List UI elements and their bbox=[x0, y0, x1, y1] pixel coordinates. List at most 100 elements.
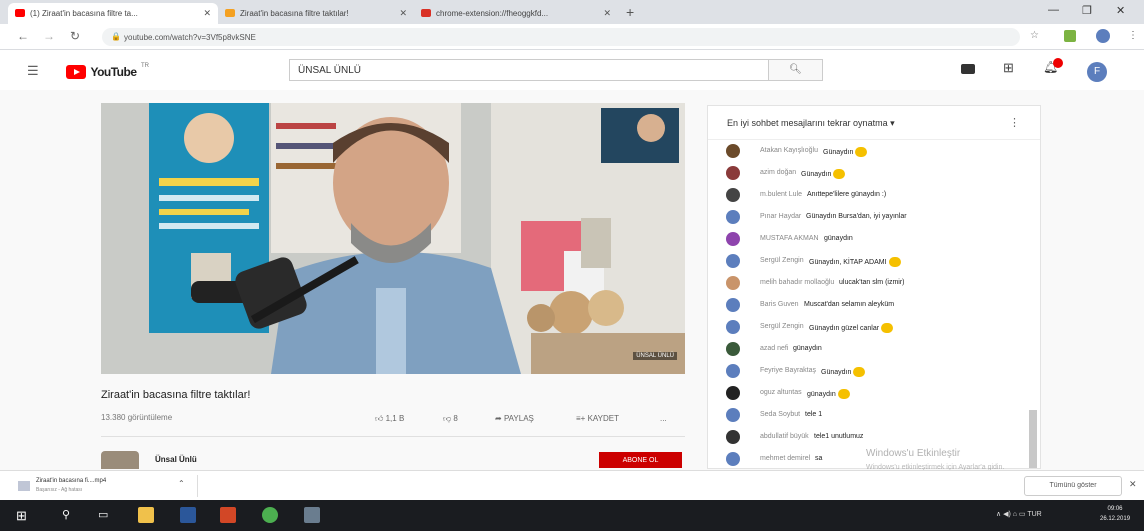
chat-author-name[interactable]: Baris Guven bbox=[760, 301, 799, 308]
youtube-logo[interactable]: YouTube TR bbox=[66, 63, 149, 81]
close-window-icon[interactable]: ✕ bbox=[1116, 4, 1125, 17]
save-button[interactable]: ≡+ KAYDET bbox=[576, 414, 619, 423]
create-video-icon[interactable] bbox=[961, 64, 975, 74]
chat-author-avatar[interactable] bbox=[726, 408, 740, 422]
subscribe-button[interactable]: ABONE OL bbox=[599, 452, 682, 468]
minimize-icon[interactable]: — bbox=[1048, 4, 1059, 16]
browser-tab-2[interactable]: Ziraat'in bacasına filtre taktılar! ✕ bbox=[218, 3, 414, 24]
share-arrow-icon: ➦ bbox=[495, 414, 502, 423]
share-button[interactable]: ➦ PAYLAŞ bbox=[495, 414, 534, 423]
chat-author-avatar[interactable] bbox=[726, 188, 740, 202]
emoji-icon bbox=[837, 389, 850, 399]
chat-author-avatar[interactable] bbox=[726, 210, 740, 224]
chat-author-avatar[interactable] bbox=[726, 320, 740, 334]
maximize-icon[interactable]: ❐ bbox=[1082, 4, 1092, 17]
chat-author-avatar[interactable] bbox=[726, 276, 740, 290]
close-tab-icon[interactable]: ✕ bbox=[603, 8, 611, 19]
browser-tab-strip: (1) Ziraat'in bacasına filtre ta... ✕ Zi… bbox=[0, 0, 1144, 24]
chat-message-text: tele 1 bbox=[805, 411, 822, 418]
windows-taskbar: ⊞ ⚲ ▭ ∧ ◀) ⌂ ▭ TUR 09:06 26.12.2019 bbox=[0, 500, 1144, 531]
chat-author-name[interactable]: azad nefi bbox=[760, 345, 788, 352]
close-tab-icon[interactable]: ✕ bbox=[203, 8, 211, 19]
search-icon[interactable]: ⚲ bbox=[62, 508, 70, 521]
lock-icon: 🔒 bbox=[111, 32, 121, 41]
close-shelf-icon[interactable]: ✕ bbox=[1129, 479, 1137, 490]
forward-arrow-icon[interactable]: → bbox=[43, 29, 55, 43]
avatar[interactable]: F bbox=[1087, 62, 1107, 82]
chat-author-name[interactable]: Sergül Zengin bbox=[760, 323, 804, 330]
chat-message-content: günaydın bbox=[793, 345, 822, 352]
chat-author-avatar[interactable] bbox=[726, 430, 740, 444]
extension-icon[interactable] bbox=[1064, 30, 1076, 42]
apps-grid-icon[interactable]: ⊞ bbox=[1003, 60, 1014, 76]
browser-tab-1[interactable]: (1) Ziraat'in bacasına filtre ta... ✕ bbox=[8, 3, 218, 24]
download-status: Başarısız - Ağ hatası bbox=[36, 487, 83, 493]
chat-message-text: Anıttepe'lilere günaydın :) bbox=[807, 191, 886, 198]
chat-message-text: Günaydın, KİTAP ADAMI bbox=[809, 257, 901, 267]
file-explorer-icon[interactable] bbox=[138, 507, 154, 523]
back-arrow-icon[interactable]: ← bbox=[17, 29, 29, 43]
live-chat-panel: En iyi sohbet mesajlarını tekrar oynatma… bbox=[707, 105, 1041, 469]
chat-author-avatar[interactable] bbox=[726, 232, 740, 246]
chat-author-name[interactable]: mehmet demirel bbox=[760, 455, 810, 462]
chat-author-avatar[interactable] bbox=[726, 364, 740, 378]
app-icon[interactable] bbox=[304, 507, 320, 523]
chat-author-avatar[interactable] bbox=[726, 254, 740, 268]
search-input[interactable]: ÜNSAL ÜNLÜ bbox=[289, 59, 769, 81]
chat-author-name[interactable]: Sergül Zengin bbox=[760, 257, 804, 264]
youtube-logo-text: YouTube bbox=[90, 64, 137, 79]
channel-name[interactable]: Ünsal Ünlü bbox=[155, 455, 197, 464]
reload-icon[interactable]: ↻ bbox=[70, 29, 80, 43]
dislike-button[interactable]: 👎︎ 8 bbox=[443, 414, 458, 424]
search-button[interactable]: 🔍︎ bbox=[769, 59, 823, 81]
chat-scrollbar[interactable] bbox=[1029, 410, 1037, 468]
clock[interactable]: 09:06 26.12.2019 bbox=[1100, 504, 1130, 524]
chat-author-avatar[interactable] bbox=[726, 166, 740, 180]
close-tab-icon[interactable]: ✕ bbox=[399, 8, 407, 19]
chat-mode-label: En iyi sohbet mesajlarını tekrar oynatma bbox=[727, 118, 888, 128]
download-shelf: Ziraat'in bacasına fi....mp4 Başarısız -… bbox=[0, 470, 1144, 500]
chat-author-name[interactable]: Pınar Haydar bbox=[760, 213, 801, 220]
chat-author-name[interactable]: oguz altuntas bbox=[760, 389, 802, 396]
address-bar[interactable]: 🔒 youtube.com/watch?v=3Vf5p8vkSNE bbox=[102, 28, 1020, 46]
chat-author-name[interactable]: Seda Soybut bbox=[760, 411, 800, 418]
powerpoint-icon[interactable] bbox=[220, 507, 236, 523]
channel-avatar[interactable] bbox=[101, 451, 139, 469]
chat-author-name[interactable]: m.bulent Lule bbox=[760, 191, 802, 198]
youtube-play-logo-icon bbox=[66, 64, 86, 79]
chat-author-name[interactable]: melih bahadır mollaoğlu bbox=[760, 279, 834, 286]
chevron-up-icon[interactable]: ⌃ bbox=[178, 479, 185, 488]
chat-author-name[interactable]: azim doğan bbox=[760, 169, 796, 176]
chat-author-name[interactable]: Atakan Kayışlıoğlu bbox=[760, 147, 818, 154]
chat-author-name[interactable]: Feyriye Bayraktaş bbox=[760, 367, 816, 374]
video-player[interactable]: ÜNSAL ÜNLÜ bbox=[101, 103, 685, 374]
chat-more-icon[interactable]: ⋮ bbox=[1009, 116, 1020, 129]
chat-header[interactable]: En iyi sohbet mesajlarını tekrar oynatma… bbox=[708, 106, 1040, 140]
chat-author-avatar[interactable] bbox=[726, 386, 740, 400]
chat-author-avatar[interactable] bbox=[726, 298, 740, 312]
chat-author-avatar[interactable] bbox=[726, 342, 740, 356]
chrome-menu-icon[interactable]: ⋮ bbox=[1128, 30, 1140, 42]
word-icon[interactable] bbox=[180, 507, 196, 523]
new-tab-icon[interactable]: + bbox=[626, 4, 634, 20]
more-actions-button[interactable]: ... bbox=[660, 414, 667, 423]
chat-message-content: günaydın bbox=[824, 235, 853, 242]
bookmark-star-icon[interactable]: ☆ bbox=[1030, 30, 1042, 42]
chat-author-avatar[interactable] bbox=[726, 144, 740, 158]
chat-author-avatar[interactable] bbox=[726, 452, 740, 466]
chat-author-name[interactable]: MUSTAFA AKMAN bbox=[760, 235, 819, 242]
profile-icon[interactable] bbox=[1096, 29, 1110, 43]
like-button[interactable]: 👍︎ 1,1 B bbox=[375, 414, 404, 424]
chrome-icon[interactable] bbox=[262, 507, 278, 523]
browser-tab-3[interactable]: chrome-extension://fheoggkfd... ✕ bbox=[414, 3, 618, 24]
download-item[interactable]: Ziraat'in bacasına fi....mp4 Başarısız -… bbox=[12, 475, 198, 497]
thumbs-up-icon: 👍︎ bbox=[375, 414, 384, 423]
chat-author-name[interactable]: abdullatif büyük bbox=[760, 433, 809, 440]
windows-activation-title: Windows'u Etkinleştir bbox=[866, 448, 961, 459]
hamburger-menu-icon[interactable]: ☰ bbox=[27, 63, 39, 79]
show-all-downloads-button[interactable]: Tümünü göster bbox=[1024, 476, 1122, 496]
chat-message-content: Günaydın bbox=[801, 170, 832, 178]
system-tray[interactable]: ∧ ◀) ⌂ ▭ TUR bbox=[996, 510, 1042, 518]
task-view-icon[interactable]: ▭ bbox=[98, 508, 108, 521]
windows-start-icon[interactable]: ⊞ bbox=[16, 508, 27, 524]
